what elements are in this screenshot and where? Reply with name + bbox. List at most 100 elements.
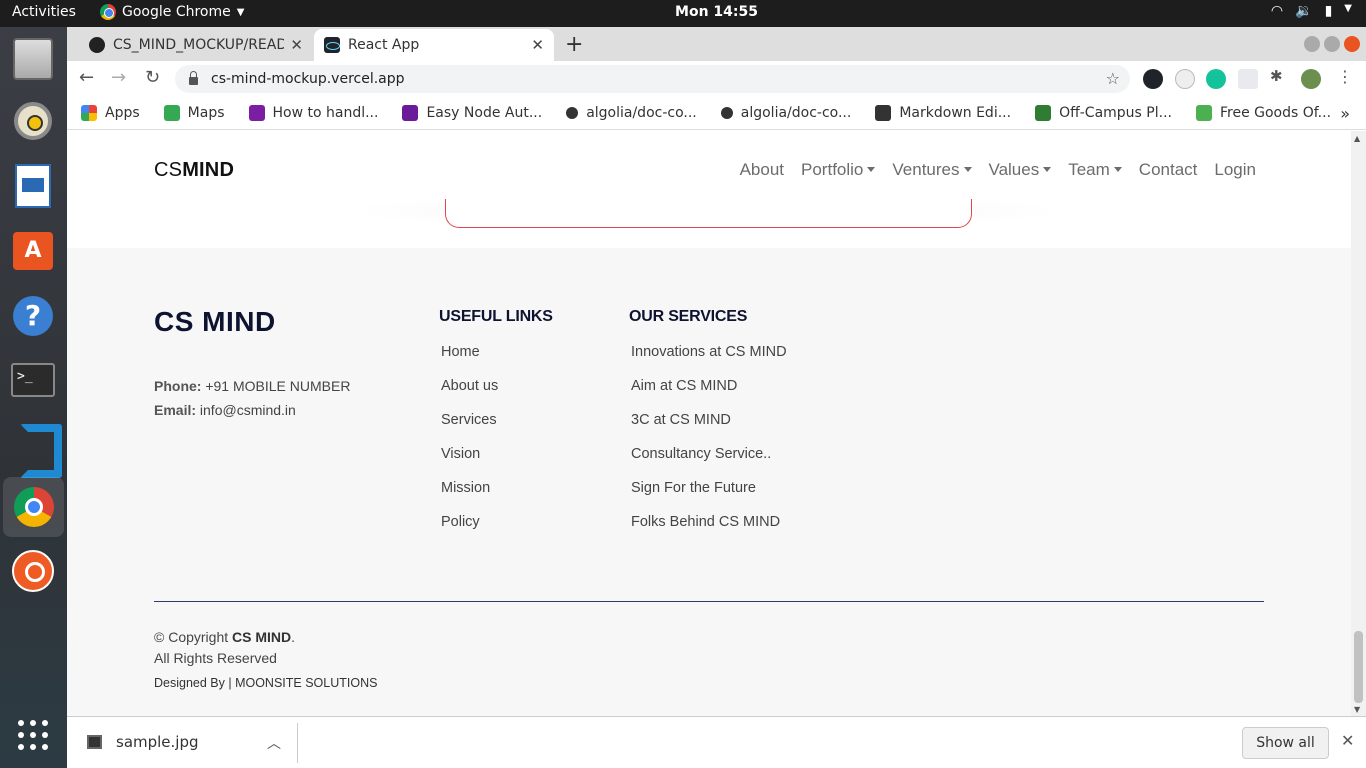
window-controls [1304,36,1360,52]
bookmark-icon [1035,105,1052,121]
footer-link[interactable]: Consultancy Service.. [629,446,787,480]
extensions-puzzle-icon[interactable]: ✱ [1270,67,1290,87]
clock[interactable]: Mon 14:55 [0,4,1366,20]
bookmark-item[interactable]: Maps [163,105,225,121]
github-icon [89,37,105,53]
copyright: © Copyright CS MIND. All Rights Reserved [154,627,295,669]
bookmark-item[interactable]: Easy Node Aut... [402,105,542,121]
services-column: OUR SERVICES Innovations at CS MIND Aim a… [629,308,787,548]
reload-button[interactable]: ↻ [145,67,160,88]
chrome-icon [13,487,54,527]
footer-link[interactable]: Policy [439,514,553,548]
bookmark-item[interactable]: algolia/doc-co... [720,105,852,121]
bookmark-item[interactable]: Apps [81,105,140,121]
chrome-launcher[interactable] [3,477,64,537]
bookmark-icon [875,105,892,121]
footer-link[interactable]: Home [439,344,553,378]
nav-contact[interactable]: Contact [1139,160,1198,180]
nav-portfolio[interactable]: Portfolio [801,160,875,180]
footer-link[interactable]: Mission [439,480,553,514]
bookmark-item[interactable]: Off-Campus Pl... [1035,105,1172,121]
nav-values[interactable]: Values [989,160,1052,180]
scroll-down-icon[interactable]: ▼ [1354,705,1360,714]
footer-link[interactable]: About us [439,378,553,412]
software-launcher[interactable]: A [9,227,57,275]
close-tab-icon[interactable]: ✕ [290,36,303,54]
scrollbar-thumb[interactable] [1354,631,1363,703]
new-tab-button[interactable]: + [565,32,583,57]
chevron-up-icon[interactable]: ︿ [267,733,281,753]
system-tray[interactable]: ◠ 🔉 ▮ ▼ [1271,3,1352,19]
show-applications-button[interactable] [9,711,57,759]
writer-launcher[interactable] [9,162,57,210]
bookmark-icon [402,105,419,121]
bookmark-item[interactable]: Markdown Edi... [875,105,1011,121]
designed-by[interactable]: Designed By | MOONSITE SOLUTIONS [154,676,377,690]
footer-link[interactable]: Innovations at CS MIND [629,344,787,378]
nav-ventures[interactable]: Ventures [892,160,971,180]
chevron-down-icon: ▼ [1344,3,1352,14]
github-icon [720,107,733,119]
back-button[interactable]: ← [79,67,94,88]
close-window-button[interactable] [1344,36,1360,52]
help-icon: ? [13,296,53,336]
bookmark-item[interactable]: Free Goods Of... [1195,105,1331,121]
extension-icon[interactable] [1175,69,1195,89]
nav-about[interactable]: About [740,160,784,180]
download-item[interactable]: sample.jpg [87,733,199,751]
services-heading: OUR SERVICES [629,308,748,325]
minimize-button[interactable] [1304,36,1320,52]
footer-link[interactable]: 3C at CS MIND [629,412,787,446]
terminal-icon: >_ [11,363,55,397]
terminal-launcher[interactable]: >_ [9,356,57,404]
footer-link[interactable]: Sign For the Future [629,480,787,514]
useful-links-column: USEFUL LINKS Home About us Services Vision M… [439,308,553,548]
tab-react-app[interactable]: React App ✕ [314,29,554,61]
bookmark-label: algolia/doc-co... [740,105,852,121]
kebab-menu-icon[interactable]: ⋮ [1337,67,1353,86]
rhythmbox-launcher[interactable] [9,97,57,145]
vscode-icon [12,422,62,478]
browser-toolbar: ← → ↻ cs-mind-mockup.vercel.app ☆ ✱ ⋮ [67,61,1366,97]
github-icon [566,107,579,119]
bookmark-item[interactable]: algolia/doc-co... [566,105,697,121]
phone-label: Phone: [154,378,202,394]
bookmark-star-icon[interactable]: ☆ [1106,69,1120,88]
files-launcher[interactable] [9,35,57,83]
footer-brand: CS MIND [154,306,276,337]
help-launcher[interactable]: ? [9,292,57,340]
forward-button[interactable]: → [111,67,126,88]
dock: A ? >_ [0,27,67,768]
vscode-launcher[interactable] [9,419,62,478]
site-logo[interactable]: CSMIND [154,159,234,182]
avatar[interactable] [1301,69,1321,89]
useful-links-heading: USEFUL LINKS [439,308,553,325]
nav-team[interactable]: Team [1068,160,1122,180]
page-scrollbar[interactable]: ▲ ▼ [1351,131,1366,716]
tab-github[interactable]: CS_MIND_MOCKUP/READ ✕ [79,29,313,61]
bookmark-label: How to handl... [272,105,379,121]
close-shelf-icon[interactable]: ✕ [1341,731,1354,750]
nav-login[interactable]: Login [1214,160,1256,180]
footer-link[interactable]: Aim at CS MIND [629,378,787,412]
footer-link[interactable]: Services [439,412,553,446]
postman-launcher[interactable] [9,547,57,595]
more-bookmarks-icon[interactable]: » [1340,104,1350,123]
show-all-button[interactable]: Show all [1242,727,1329,759]
bookmark-item[interactable]: How to handl... [248,105,379,121]
email-value[interactable]: info@csmind.in [200,402,296,418]
grammarly-icon[interactable] [1206,69,1226,89]
lock-icon [189,71,198,85]
reading-list-icon[interactable] [1238,69,1258,89]
scroll-up-icon[interactable]: ▲ [1354,134,1360,143]
close-tab-icon[interactable]: ✕ [531,36,544,54]
maximize-button[interactable] [1324,36,1340,52]
address-bar[interactable]: cs-mind-mockup.vercel.app ☆ [175,65,1130,93]
bookmark-icon [248,105,265,121]
web-page: CSMIND About Portfolio Ventures Values Team C… [67,131,1351,716]
footer-link[interactable]: Folks Behind CS MIND [629,514,787,548]
react-devtools-icon[interactable] [1143,69,1163,89]
logo-bold-text: MIND [182,159,235,181]
footer-divider [154,601,1264,602]
footer-link[interactable]: Vision [439,446,553,480]
